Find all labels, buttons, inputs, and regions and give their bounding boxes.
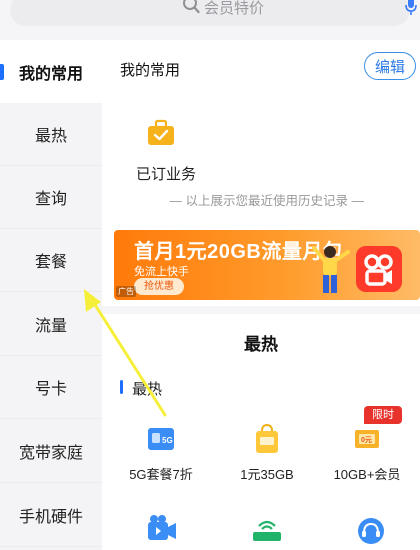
briefcase-check-icon[interactable] (146, 118, 176, 148)
sidebar-item-my-frequent[interactable]: 我的常用 (0, 40, 102, 103)
sidebar-item-broadband[interactable]: 宽带家庭 (0, 420, 102, 483)
category-sidebar: 我的常用 最热 查询 套餐 流量 号卡 宽带家庭 手机硬件 (0, 40, 102, 550)
hot-item-10gb-member[interactable]: 0元 10GB+会员 (314, 422, 420, 483)
sidebar-item-label: 套餐 (34, 254, 67, 271)
edit-button[interactable]: 编辑 (364, 52, 416, 80)
main-content: 我的常用 编辑 已订业务 — 以上展示您最近使用历史记录 — 首月1元20GB流… (102, 40, 420, 550)
hot-section-title: 最热 (244, 335, 278, 354)
sidebar-item-label: 宽带家庭 (18, 445, 83, 462)
sidebar-item-label: 最热 (34, 128, 67, 145)
sidebar-item-sim-card[interactable]: 号卡 (0, 356, 102, 419)
svg-text:0元: 0元 (361, 436, 372, 444)
coupon-icon: 0元 (355, 430, 379, 448)
search-input[interactable]: 会员特价 (10, 0, 417, 26)
sidebar-item-query[interactable]: 查询 (0, 166, 102, 229)
hot-item-label: 1元35GB (240, 467, 294, 482)
history-note: — 以上展示您最近使用历史记录 — (169, 194, 364, 208)
video-camera-icon[interactable] (146, 514, 178, 544)
search-bar: 会员特价 (0, 0, 420, 28)
hot-item-label: 5G套餐7折 (129, 467, 193, 482)
sidebar-item-phone-hardware[interactable]: 手机硬件 (0, 484, 102, 547)
headset-icon[interactable] (356, 516, 386, 546)
banner-subtitle: 免流上快手 (134, 266, 189, 278)
sidebar-item-label: 我的常用 (18, 65, 83, 83)
search-placeholder: 会员特价 (204, 0, 265, 17)
microphone-icon[interactable] (404, 0, 418, 16)
shopping-bag-icon (256, 423, 278, 453)
5g-sim-icon: 5G (148, 428, 174, 450)
subscribed-services-label[interactable]: 已订业务 (136, 163, 196, 184)
sidebar-item-label: 手机硬件 (18, 509, 83, 526)
sidebar-item-package[interactable]: 套餐 (0, 229, 102, 292)
hot-item-5g-package[interactable]: 5G 5G套餐7折 (108, 422, 214, 483)
sidebar-item-label: 查询 (34, 191, 67, 208)
search-icon (183, 0, 200, 14)
sidebar-item-data[interactable]: 流量 (0, 293, 102, 356)
promo-banner[interactable]: 首月1元20GB流量月包 免流上快手 抢优惠 广告 (114, 230, 420, 300)
section-title: 我的常用 (120, 62, 181, 79)
app-screen: 会员特价 我的常用 最热 查询 套餐 流量 号卡 宽带家庭 手机硬件 我的常用 … (0, 0, 420, 550)
section-divider (102, 306, 420, 314)
hot-item-1yuan-35gb[interactable]: 1元35GB (214, 422, 320, 483)
ad-tag: 广告 (116, 286, 136, 297)
kuaishou-icon (356, 246, 402, 292)
sidebar-item-hottest[interactable]: 最热 (0, 103, 102, 166)
cheering-person-icon (312, 246, 350, 293)
section-marker (120, 380, 123, 394)
hot-item-label: 10GB+会员 (333, 467, 401, 482)
hot-sublabel: 最热 (132, 381, 163, 398)
router-icon[interactable] (250, 518, 284, 544)
sidebar-item-label: 流量 (34, 318, 67, 335)
grab-deal-button[interactable]: 抢优惠 (134, 278, 184, 295)
svg-text:5G: 5G (162, 436, 173, 445)
sidebar-item-label: 号卡 (34, 381, 67, 398)
